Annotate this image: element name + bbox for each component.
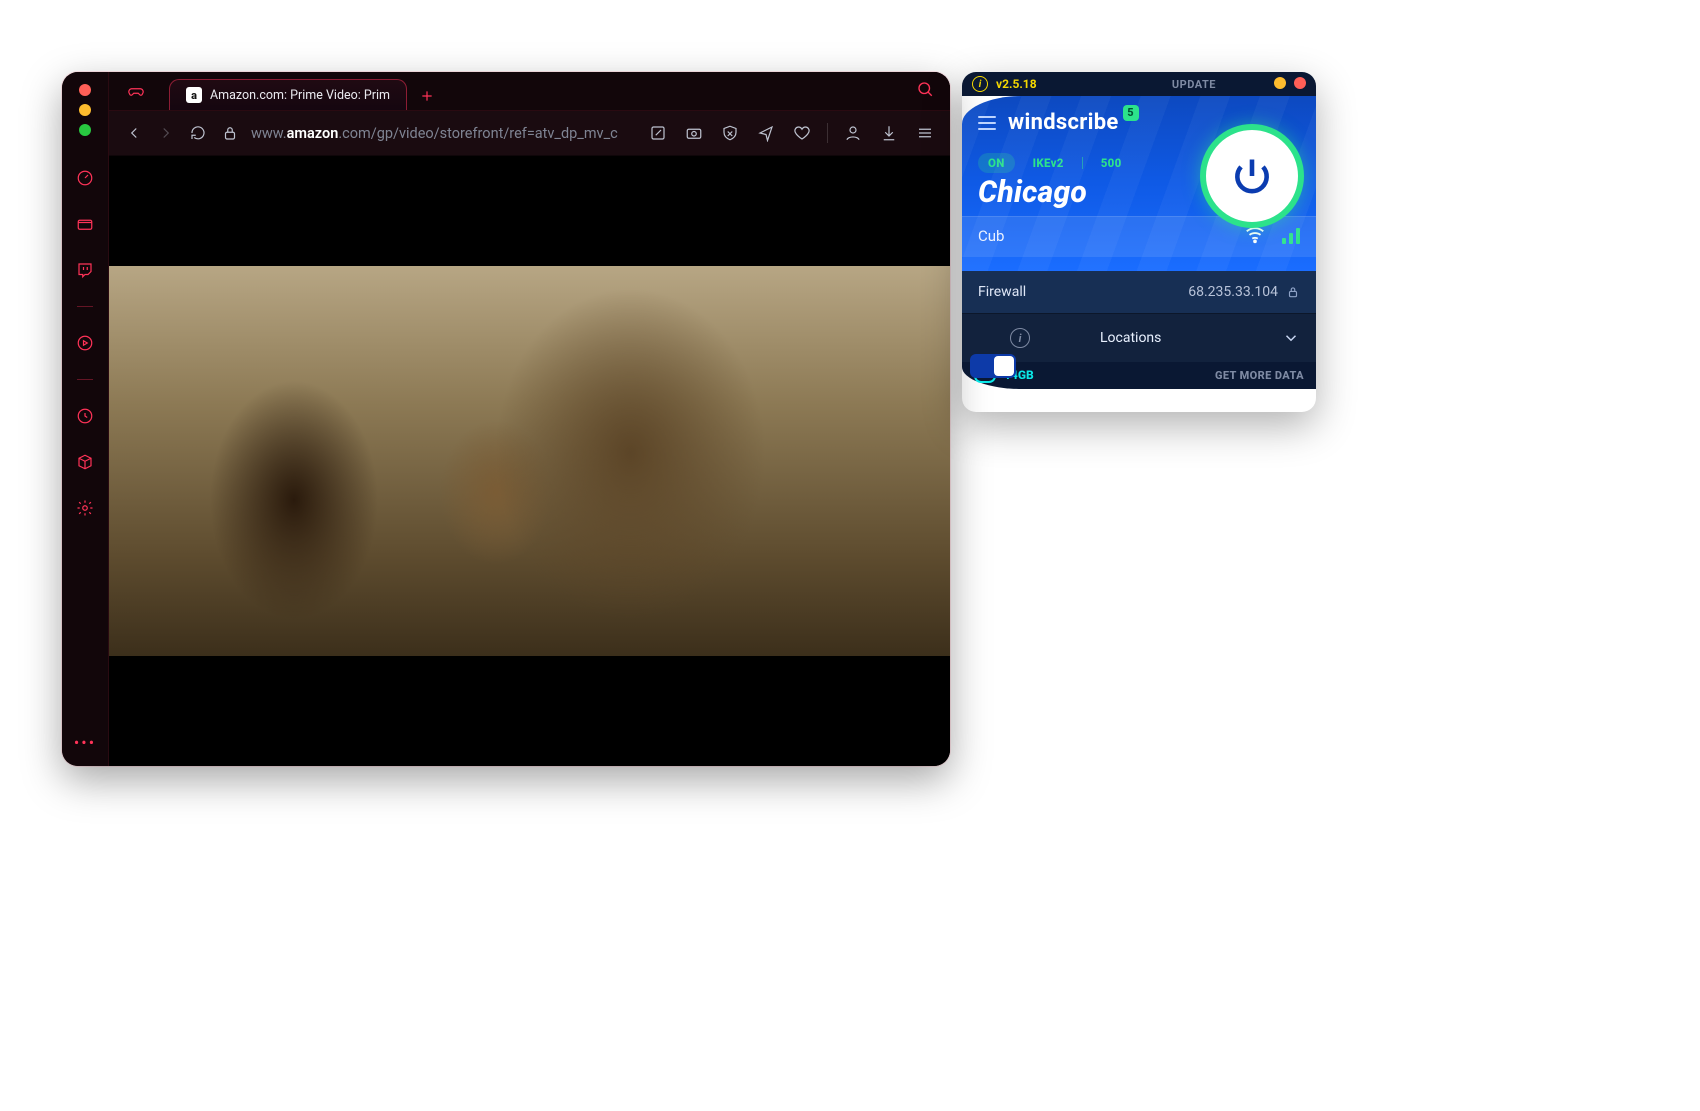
url-host: amazon	[287, 125, 339, 142]
protocol-label[interactable]: IKEv2	[1023, 153, 1074, 173]
more-icon[interactable]: •••	[74, 733, 96, 752]
play-icon[interactable]	[75, 333, 95, 353]
tab-favicon: a	[186, 87, 202, 103]
url-field[interactable]: www.amazon.com/gp/video/storefront/ref=a…	[251, 125, 637, 142]
twitch-icon[interactable]	[75, 260, 95, 280]
lock-icon[interactable]	[219, 122, 241, 144]
separator	[827, 123, 828, 143]
window-zoom-button[interactable]	[79, 124, 91, 136]
vpn-window: v2.5.18 UPDATE windscribe 5 ON IKEv2 500…	[962, 72, 1316, 412]
browser-main: a Amazon.com: Prime Video: Prim www.amaz…	[109, 72, 950, 766]
history-icon[interactable]	[75, 406, 95, 426]
camera-icon[interactable]	[683, 122, 705, 144]
download-icon[interactable]	[878, 122, 900, 144]
update-button[interactable]: UPDATE	[1172, 78, 1216, 91]
browser-tab[interactable]: a Amazon.com: Prime Video: Prim	[169, 79, 407, 110]
vpn-titlebar: v2.5.18 UPDATE	[962, 72, 1316, 96]
url-path: /gp/video/storefront/ref=atv_dp_mv_c	[371, 125, 618, 142]
brand-label: windscribe 5	[1008, 110, 1141, 135]
gamepad-icon[interactable]	[127, 82, 145, 104]
version-label: v2.5.18	[996, 77, 1037, 91]
video-viewport[interactable]	[109, 156, 950, 766]
video-frame	[109, 266, 950, 656]
info-icon[interactable]	[1010, 328, 1030, 348]
browser-sidebar: •••	[62, 72, 109, 766]
tab-search-icon[interactable]	[916, 80, 934, 102]
wallet-icon[interactable]	[75, 214, 95, 234]
window-close-button[interactable]	[79, 84, 91, 96]
signal-bars-icon	[1282, 228, 1300, 244]
cube-icon[interactable]	[75, 452, 95, 472]
get-more-data-button[interactable]: GET MORE DATA	[1215, 369, 1304, 382]
url-prefix: www.	[251, 125, 287, 142]
separator	[1082, 157, 1083, 169]
locations-label: Locations	[1100, 330, 1161, 346]
notification-badge[interactable]: 5	[1123, 105, 1139, 121]
speed-dial-icon[interactable]	[75, 168, 95, 188]
status-on-pill: ON	[978, 153, 1015, 173]
window-traffic-lights	[79, 84, 91, 136]
server-name: Cub	[978, 227, 1004, 245]
vpn-minimize-button[interactable]	[1274, 77, 1286, 89]
forward-button[interactable]	[155, 122, 177, 144]
send-icon[interactable]	[755, 122, 777, 144]
url-suffix: .com	[338, 125, 370, 142]
new-tab-button[interactable]	[413, 82, 441, 110]
settings-icon[interactable]	[75, 498, 95, 518]
firewall-label: Firewall	[978, 284, 1026, 300]
menu-icon[interactable]	[914, 122, 936, 144]
vpn-close-button[interactable]	[1294, 77, 1306, 89]
port-label[interactable]: 500	[1091, 153, 1132, 173]
browser-window: ••• a Amazon.com: Prime Video: Prim	[62, 72, 950, 766]
window-minimize-button[interactable]	[79, 104, 91, 116]
vpn-header: windscribe 5 ON IKEv2 500 Chicago Cub	[962, 96, 1316, 271]
firewall-row: Firewall 68.235.33.104	[962, 271, 1316, 313]
back-button[interactable]	[123, 122, 145, 144]
sidebar-separator	[77, 306, 93, 307]
lock-icon	[1286, 285, 1300, 299]
reload-button[interactable]	[187, 122, 209, 144]
chevron-down-icon	[1282, 329, 1300, 347]
toolbar-right	[647, 122, 936, 144]
edit-icon[interactable]	[647, 122, 669, 144]
info-icon[interactable]	[972, 76, 988, 92]
tab-title: Amazon.com: Prime Video: Prim	[210, 88, 390, 103]
menu-button[interactable]	[978, 116, 996, 130]
heart-icon[interactable]	[791, 122, 813, 144]
vpn-traffic-lights	[1274, 77, 1306, 89]
shield-icon[interactable]	[719, 122, 741, 144]
power-button[interactable]	[1200, 124, 1304, 228]
sidebar-separator	[77, 379, 93, 380]
ip-address: 68.235.33.104	[1188, 284, 1278, 300]
address-bar: www.amazon.com/gp/video/storefront/ref=a…	[109, 111, 950, 156]
profile-icon[interactable]	[842, 122, 864, 144]
tab-strip: a Amazon.com: Prime Video: Prim	[109, 72, 950, 111]
firewall-toggle[interactable]	[970, 354, 1016, 378]
